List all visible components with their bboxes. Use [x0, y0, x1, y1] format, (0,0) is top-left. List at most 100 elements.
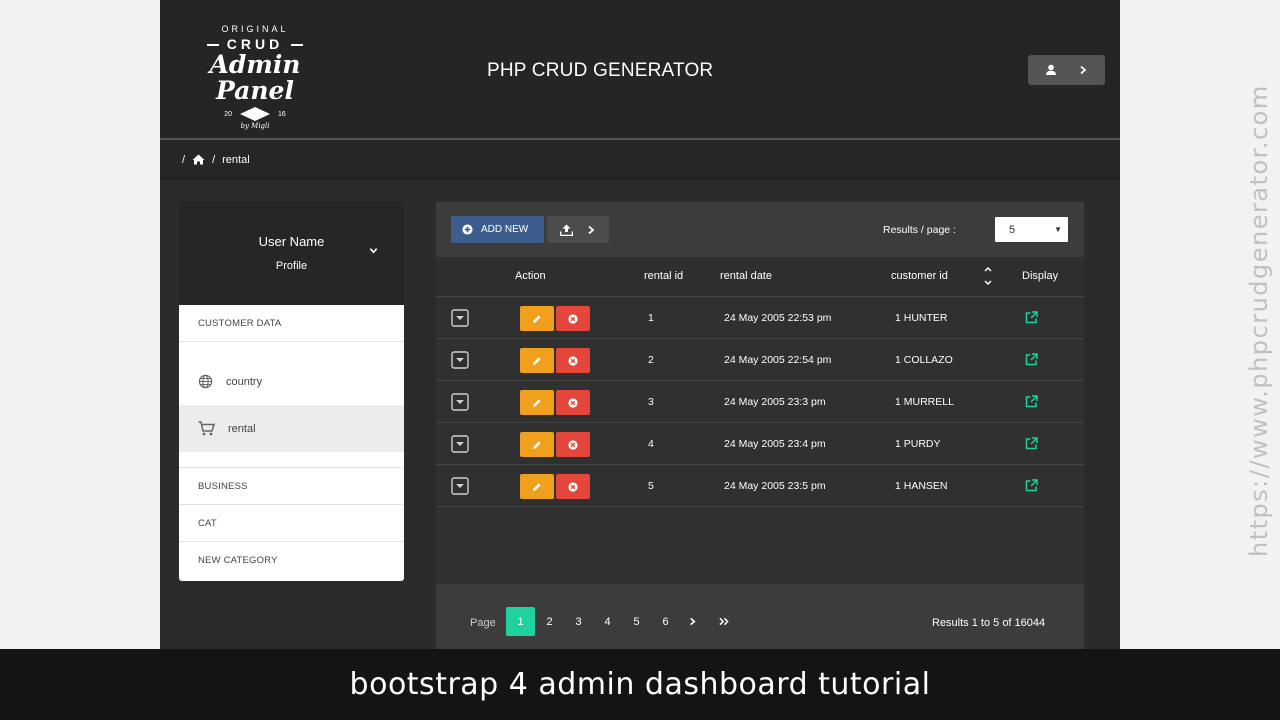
caret-down-icon: ▼	[1054, 225, 1062, 234]
expand-icon[interactable]	[451, 393, 469, 411]
close-circle-icon	[568, 439, 578, 450]
close-circle-icon	[568, 355, 578, 366]
page-3-button[interactable]: 3	[564, 607, 593, 636]
results-summary: Results 1 to 5 of 16044	[932, 617, 1046, 629]
sort-icon[interactable]	[983, 264, 993, 288]
sidebar-spacer	[179, 452, 404, 468]
delete-button[interactable]	[556, 474, 590, 499]
external-link-icon[interactable]	[1025, 395, 1038, 408]
expand-icon[interactable]	[451, 435, 469, 453]
delete-button[interactable]	[556, 306, 590, 331]
sidebar-section-new-category[interactable]: NEW CATEGORY	[179, 542, 404, 579]
sidebar-item-country[interactable]: country	[179, 358, 404, 405]
double-chevron-right-icon	[718, 617, 729, 626]
breadcrumb-home[interactable]	[192, 154, 205, 165]
shopping-cart-icon	[198, 421, 215, 436]
expand-icon[interactable]	[451, 477, 469, 495]
profile-link[interactable]: Profile	[179, 260, 404, 272]
sidebar-item-rental[interactable]: rental	[179, 405, 404, 452]
delete-button[interactable]	[556, 432, 590, 457]
cell-customer-id: 1 PURDY	[895, 438, 941, 450]
pencil-icon	[533, 314, 541, 323]
edit-button[interactable]	[520, 348, 554, 373]
column-header-rental-id[interactable]: rental id	[644, 270, 683, 282]
sidebar-item-label: country	[226, 375, 263, 388]
add-new-button[interactable]: ADD NEW	[451, 216, 544, 243]
data-panel: ADD NEW Results / page : 5 ▼ Action rent…	[436, 202, 1084, 672]
logo-year: 20 16	[180, 107, 330, 121]
delete-button[interactable]	[556, 390, 590, 415]
logo: ORIGINAL CRUD Admin Panel 20 16 by Migli	[180, 22, 330, 130]
table-row: 3 24 May 2005 23:3 pm 1 MURRELL	[436, 381, 1084, 423]
expand-icon[interactable]	[451, 351, 469, 369]
chevron-down-icon[interactable]	[369, 246, 378, 255]
logo-year-right: 16	[278, 110, 286, 118]
table-row: 1 24 May 2005 22:53 pm 1 HUNTER	[436, 297, 1084, 339]
column-header-customer-id[interactable]: customer id	[891, 270, 948, 282]
chevron-right-icon	[588, 225, 595, 234]
column-header-rental-date[interactable]: rental date	[720, 270, 772, 282]
logo-line-original: ORIGINAL	[221, 24, 289, 34]
user-menu-button[interactable]	[1028, 55, 1105, 85]
sidebar-section-cat[interactable]: CAT	[179, 505, 404, 542]
sidebar-section-customer-data[interactable]: CUSTOMER DATA	[179, 305, 404, 342]
page-title: PHP CRUD GENERATOR	[487, 60, 714, 81]
add-new-label: ADD NEW	[481, 224, 529, 235]
results-per-page-select[interactable]: 5 ▼	[995, 217, 1068, 242]
cell-rental-date: 24 May 2005 22:53 pm	[724, 312, 832, 324]
page-1-button[interactable]: 1	[506, 607, 535, 636]
external-link-icon[interactable]	[1025, 353, 1038, 366]
breadcrumb-current: rental	[222, 153, 250, 166]
diamond-icon	[240, 107, 270, 121]
column-header-display: Display	[1022, 270, 1059, 282]
cell-customer-id: 1 COLLAZO	[895, 354, 953, 366]
cell-customer-id: 1 MURRELL	[895, 396, 954, 408]
caption-bar: bootstrap 4 admin dashboard tutorial	[0, 649, 1280, 720]
breadcrumb: / / rental	[160, 140, 1120, 180]
edit-button[interactable]	[520, 432, 554, 457]
cell-rental-id: 3	[648, 396, 654, 408]
edit-button[interactable]	[520, 474, 554, 499]
cell-rental-id: 4	[648, 438, 654, 450]
breadcrumb-separator: /	[182, 153, 186, 166]
page-2-button[interactable]: 2	[535, 607, 564, 636]
next-page-button[interactable]	[678, 607, 707, 636]
close-circle-icon	[568, 397, 578, 408]
cell-rental-id: 1	[648, 312, 654, 324]
page-4-button[interactable]: 4	[593, 607, 622, 636]
pencil-icon	[533, 398, 541, 407]
pencil-icon	[533, 356, 541, 365]
chevron-right-icon	[1080, 65, 1087, 75]
results-per-page-label: Results / page :	[883, 224, 956, 236]
cell-rental-id: 5	[648, 480, 654, 492]
logo-line-admin-panel: Admin Panel	[209, 50, 301, 105]
external-link-icon[interactable]	[1025, 479, 1038, 492]
page-6-button[interactable]: 6	[651, 607, 680, 636]
pencil-icon	[533, 482, 541, 491]
sidebar-section-business[interactable]: BUSINESS	[179, 468, 404, 505]
sidebar: User Name Profile CUSTOMER DATA country …	[179, 202, 404, 581]
export-button[interactable]	[547, 216, 609, 243]
edit-button[interactable]	[520, 390, 554, 415]
pagination-label: Page	[470, 617, 496, 629]
close-circle-icon	[568, 481, 578, 492]
sidebar-profile[interactable]: User Name Profile	[179, 202, 404, 305]
page-5-button[interactable]: 5	[622, 607, 651, 636]
external-link-icon[interactable]	[1025, 311, 1038, 324]
header: ORIGINAL CRUD Admin Panel 20 16 by Migli…	[160, 0, 1120, 138]
last-page-button[interactable]	[709, 607, 738, 636]
cell-customer-id: 1 HUNTER	[895, 312, 948, 324]
chevron-right-icon	[690, 617, 696, 626]
external-link-icon[interactable]	[1025, 437, 1038, 450]
cell-rental-date: 24 May 2005 23:5 pm	[724, 480, 826, 492]
watermark-url: https://www.phpcrudgenerator.com	[1245, 84, 1273, 557]
expand-icon[interactable]	[451, 309, 469, 327]
edit-button[interactable]	[520, 306, 554, 331]
delete-button[interactable]	[556, 348, 590, 373]
app-frame: ORIGINAL CRUD Admin Panel 20 16 by Migli…	[160, 0, 1120, 720]
cell-customer-id: 1 HANSEN	[895, 480, 948, 492]
cell-rental-date: 24 May 2005 22:54 pm	[724, 354, 832, 366]
table-row: 5 24 May 2005 23:5 pm 1 HANSEN	[436, 465, 1084, 507]
table-row: 2 24 May 2005 22:54 pm 1 COLLAZO	[436, 339, 1084, 381]
